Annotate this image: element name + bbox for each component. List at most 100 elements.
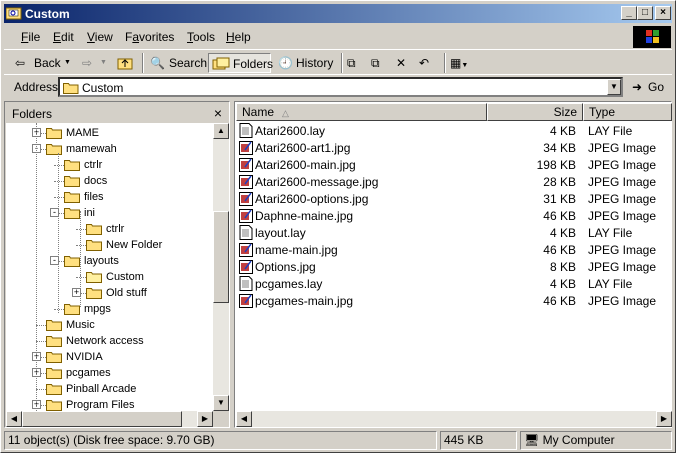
history-icon: 🕘 xyxy=(278,56,293,70)
file-type: JPEG Image xyxy=(588,260,657,274)
close-pane-icon[interactable]: × xyxy=(214,105,222,121)
tree-item[interactable]: + Old stuff xyxy=(6,285,213,301)
file-row[interactable]: Atari2600-options.jpg 31 KB JPEG Image xyxy=(236,190,672,207)
file-size: 28 KB xyxy=(543,175,576,189)
menu-file[interactable]: File xyxy=(21,30,40,44)
file-row[interactable]: pcgames-main.jpg 46 KB JPEG Image xyxy=(236,292,672,309)
file-row[interactable]: Atari2600-art1.jpg 34 KB JPEG Image xyxy=(236,139,672,156)
tree-item[interactable]: + MAME xyxy=(6,125,213,141)
tree-item-label: mamewah xyxy=(66,143,117,155)
folder-icon xyxy=(46,382,63,395)
tree-connector xyxy=(54,165,64,166)
address-dropdown-button[interactable]: ▼ xyxy=(607,79,621,95)
address-input[interactable]: Custom ▼ xyxy=(58,77,623,97)
scroll-track[interactable] xyxy=(252,411,656,427)
tree-item[interactable]: + Program Files xyxy=(6,397,213,411)
tree-vertical-scrollbar[interactable]: ▲ ▼ xyxy=(213,123,229,411)
text-file-icon xyxy=(239,276,253,291)
forward-button[interactable]: ⇨ ▼ xyxy=(78,53,110,73)
explorer-window: Custom _ □ × File Edit View Favorites To… xyxy=(0,0,676,453)
tree-item-label: Custom xyxy=(106,271,144,283)
file-list-pane: Name △ Size Type Atari2600.lay 4 KB LAY Fil… xyxy=(234,101,672,428)
scroll-left-button[interactable]: ◀ xyxy=(236,411,252,427)
folders-icon xyxy=(212,57,230,70)
minimize-button[interactable]: _ xyxy=(621,6,637,20)
file-row[interactable]: Atari2600-message.jpg 28 KB JPEG Image xyxy=(236,173,672,190)
tree-item-label: ctrlr xyxy=(84,159,103,171)
chevron-down-icon: ▼ xyxy=(64,59,71,66)
tree-item[interactable]: + pcgames xyxy=(6,365,213,381)
scroll-right-button[interactable]: ▶ xyxy=(656,411,672,427)
tree-item[interactable]: ctrlr xyxy=(6,221,213,237)
tree-item[interactable]: Network access xyxy=(6,333,213,349)
folder-icon xyxy=(64,206,81,219)
scroll-down-button[interactable]: ▼ xyxy=(213,395,229,411)
tree-item-label: ini xyxy=(84,207,96,219)
scroll-thumb[interactable] xyxy=(213,211,229,303)
scroll-up-button[interactable]: ▲ xyxy=(213,123,229,139)
tree-item[interactable]: docs xyxy=(6,173,213,189)
tree-item-label: docs xyxy=(84,175,108,187)
file-name: Atari2600.lay xyxy=(255,124,326,138)
search-button[interactable]: 🔍 Search xyxy=(147,53,207,73)
file-row[interactable]: Atari2600-main.jpg 198 KB JPEG Image xyxy=(236,156,672,173)
undo-button[interactable]: ↶ xyxy=(419,53,439,73)
file-name: Daphne-maine.jpg xyxy=(255,209,354,223)
delete-button[interactable]: ✕ xyxy=(396,53,414,73)
tree-item[interactable]: - mamewah xyxy=(6,141,213,157)
file-horizontal-scrollbar[interactable]: ◀ ▶ xyxy=(236,411,672,427)
file-row[interactable]: Atari2600.lay 4 KB LAY File xyxy=(236,122,672,139)
tree-item[interactable]: - ini xyxy=(6,205,213,221)
scroll-thumb[interactable] xyxy=(22,411,182,427)
file-row[interactable]: Options.jpg 8 KB JPEG Image xyxy=(236,258,672,275)
go-arrow-icon: ➜ xyxy=(632,80,643,94)
file-type: JPEG Image xyxy=(588,209,657,223)
title-bar[interactable]: Custom _ □ × xyxy=(4,4,672,23)
tree-item[interactable]: Music xyxy=(6,317,213,333)
file-row[interactable]: Daphne-maine.jpg 46 KB JPEG Image xyxy=(236,207,672,224)
file-row[interactable]: pcgames.lay 4 KB LAY File xyxy=(236,275,672,292)
toolbar-separator xyxy=(444,53,446,73)
file-name: mame-main.jpg xyxy=(255,243,338,257)
scroll-left-button[interactable]: ◀ xyxy=(6,411,22,427)
file-type: JPEG Image xyxy=(588,243,657,257)
tree-item[interactable]: + NVIDIA xyxy=(6,349,213,365)
column-size[interactable]: Size xyxy=(487,103,583,121)
file-name: Options.jpg xyxy=(255,260,316,274)
tree-item-label: Pinball Arcade xyxy=(66,383,137,395)
tree-item[interactable]: mpgs xyxy=(6,301,213,317)
file-list: Atari2600.lay 4 KB LAY File Atari2600-art1.… xyxy=(236,122,672,410)
folder-icon xyxy=(46,126,63,139)
back-button[interactable]: ⇦ Back ▼ xyxy=(12,53,71,73)
up-folder-button[interactable] xyxy=(116,53,136,73)
folders-button[interactable]: Folders xyxy=(208,53,273,73)
views-button[interactable]: ▦▼ xyxy=(450,53,478,73)
status-size: 445 KB xyxy=(440,431,517,450)
close-button[interactable]: × xyxy=(655,6,671,20)
tree-horizontal-scrollbar[interactable]: ◀ ▶ xyxy=(6,411,213,427)
tree-item[interactable]: Custom xyxy=(6,269,213,285)
tree-item[interactable]: New Folder xyxy=(6,237,213,253)
column-type[interactable]: Type xyxy=(583,103,672,121)
tree-item[interactable]: files xyxy=(6,189,213,205)
menu-view[interactable]: View xyxy=(87,30,113,44)
tree-item[interactable]: - layouts xyxy=(6,253,213,269)
file-row[interactable]: mame-main.jpg 46 KB JPEG Image xyxy=(236,241,672,258)
tree-item[interactable]: ctrlr xyxy=(6,157,213,173)
file-type: LAY File xyxy=(588,124,633,138)
menu-help[interactable]: Help xyxy=(226,30,251,44)
file-row[interactable]: layout.lay 4 KB LAY File xyxy=(236,224,672,241)
move-to-button[interactable]: ⧉ xyxy=(347,53,367,73)
go-button[interactable]: ➜ Go xyxy=(630,78,670,96)
menu-favorites[interactable]: Favorites xyxy=(125,30,174,44)
menu-edit[interactable]: Edit xyxy=(53,30,74,44)
maximize-button[interactable]: □ xyxy=(637,6,653,20)
column-name[interactable]: Name △ xyxy=(236,103,487,121)
jpeg-image-icon xyxy=(239,259,253,274)
copy-to-button[interactable]: ⧉ xyxy=(371,53,391,73)
tree-item-label: Network access xyxy=(66,335,144,347)
scroll-right-button[interactable]: ▶ xyxy=(197,411,213,427)
history-button[interactable]: 🕘 History xyxy=(276,53,336,73)
tree-item[interactable]: Pinball Arcade xyxy=(6,381,213,397)
menu-tools[interactable]: Tools xyxy=(187,30,215,44)
